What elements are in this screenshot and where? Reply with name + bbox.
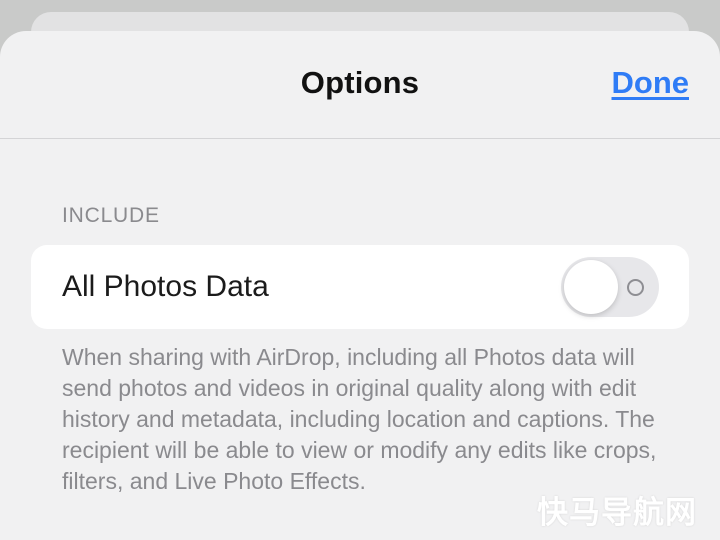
toggle-off-icon — [627, 279, 644, 296]
options-sheet: Options Done INCLUDE All Photos Data Whe… — [0, 31, 720, 540]
toggle-knob — [564, 260, 618, 314]
navigation-bar: Options Done — [0, 31, 720, 139]
section-footer-description: When sharing with AirDrop, including all… — [62, 344, 657, 494]
done-button[interactable]: Done — [612, 65, 690, 101]
all-photos-data-label: All Photos Data — [62, 270, 269, 303]
all-photos-data-toggle[interactable] — [561, 257, 659, 317]
screen: Options Done INCLUDE All Photos Data Whe… — [0, 0, 720, 540]
all-photos-data-row: All Photos Data — [31, 245, 689, 329]
section-header-include: INCLUDE — [62, 204, 160, 227]
watermark-logo-text: 快马导航网 — [537, 495, 697, 530]
